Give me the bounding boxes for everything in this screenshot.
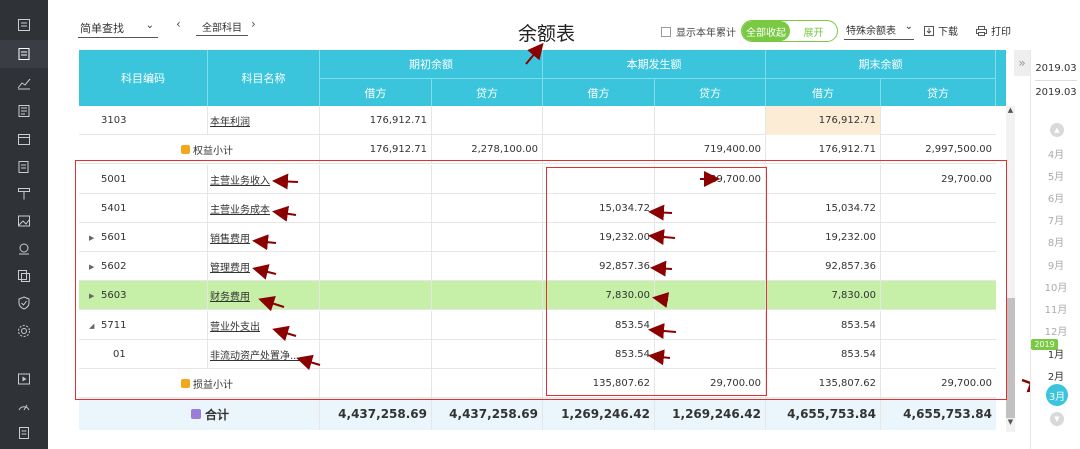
header-closing-credit: 贷方 (881, 78, 996, 106)
scroll-up-month-icon[interactable]: ▲ (1050, 123, 1064, 137)
calendar-icon[interactable] (15, 130, 33, 148)
month-item[interactable]: 7月 (1031, 212, 1080, 227)
subject-filter-label: 全部科目 (202, 23, 242, 34)
period-panel: 2019.03 2019.03 ▲ 4月 5月 6月 7月 8月 9月 10月 … (1030, 50, 1080, 449)
print-label: 打印 (991, 27, 1011, 38)
month-item[interactable]: 10月 (1031, 279, 1080, 294)
speed-icon[interactable] (15, 397, 33, 415)
checkbox-icon[interactable] (661, 26, 671, 37)
cell-period-credit (655, 106, 766, 135)
month-item[interactable]: 5月 (1031, 168, 1080, 183)
cell-closing-credit (881, 106, 996, 135)
panel-collapse-icon[interactable]: » (1014, 50, 1030, 76)
header-opening: 期初余额 (320, 50, 543, 78)
month-item[interactable]: 6月 (1031, 190, 1080, 205)
scrollbar-thumb[interactable] (1006, 298, 1015, 418)
special-balance-label: 特殊余额表 (846, 26, 896, 37)
scroll-down-month-icon[interactable]: ▼ (1050, 412, 1064, 426)
show-cumulative-checkbox[interactable]: 显示本年累计 (661, 24, 736, 39)
cell-total-opening-debit: 4,437,258.69 (320, 398, 432, 430)
period-divider (1035, 80, 1077, 81)
header-opening-debit: 借方 (320, 78, 432, 106)
download-label: 下载 (938, 27, 958, 38)
month-item[interactable]: 11月 (1031, 301, 1080, 316)
total-text: 合计 (205, 407, 230, 422)
search-mode-select[interactable]: 简单查找 ⌄ (78, 18, 158, 38)
header-period-debit: 借方 (543, 78, 655, 106)
month-item[interactable]: 1月 (1031, 346, 1080, 361)
toolbar: 简单查找 ⌄ ‹ 全部科目 › 余额表 显示本年累计 全部收起 展开 特殊余额表… (48, 0, 1080, 52)
header-closing: 期末余额 (766, 50, 996, 78)
header-period-credit: 贷方 (655, 78, 766, 106)
cell-opening-debit: 176,912.71 (320, 106, 432, 135)
header-closing-debit: 借方 (766, 78, 881, 106)
search-mode-label: 简单查找 (80, 21, 124, 35)
cell-total-opening-credit: 4,437,258.69 (432, 398, 543, 430)
month-item[interactable]: 2月 (1031, 368, 1080, 383)
download-icon (924, 25, 934, 36)
month-item-selected[interactable]: 3月 (1046, 384, 1068, 406)
settings-icon[interactable] (15, 322, 33, 340)
annotation-highlight-box (75, 160, 1007, 400)
printer-icon (976, 25, 987, 36)
cell-opening-credit (432, 106, 543, 135)
chevron-down-icon: ⌄ (145, 20, 154, 31)
month-item[interactable]: 9月 (1031, 257, 1080, 272)
subtotal-icon (181, 145, 190, 154)
shield-icon[interactable] (15, 294, 33, 312)
chevron-down-icon: ⌄ (904, 21, 913, 32)
cell-total-period-debit: 1,269,246.42 (543, 398, 655, 430)
cell-total-closing-debit: 4,655,753.84 (766, 398, 881, 430)
header-scroll-gutter (996, 50, 1006, 106)
collapse-all-button[interactable]: 全部收起 (742, 21, 790, 41)
chevron-left-icon[interactable]: ‹ (176, 17, 181, 31)
cell-closing-debit: 176,912.71 (766, 106, 881, 135)
ledger-icon[interactable] (15, 45, 33, 63)
sidebar (0, 0, 48, 449)
subtotal-text: 权益小计 (193, 146, 233, 157)
subject-filter-select[interactable]: 全部科目 (196, 18, 248, 36)
cell-total-period-credit: 1,269,246.42 (655, 398, 766, 430)
expand-button[interactable]: 展开 (790, 21, 837, 41)
download-button[interactable]: 下载 (924, 23, 958, 38)
chart-icon[interactable] (15, 74, 33, 92)
table-row-total: 合计 4,437,258.69 4,437,258.69 1,269,246.4… (79, 398, 996, 430)
home-icon[interactable] (15, 16, 33, 34)
header-opening-credit: 贷方 (432, 78, 543, 106)
annotation-period-box (546, 167, 767, 396)
subject-link[interactable]: 本年利润 (210, 113, 250, 128)
table-row[interactable]: 3103 本年利润 176,912.71 176,912.71 (79, 106, 996, 135)
image-icon[interactable] (15, 212, 33, 230)
header-code: 科目编码 (79, 50, 208, 106)
month-item[interactable]: 12月 (1031, 323, 1080, 338)
money-icon[interactable] (15, 240, 33, 258)
header-name: 科目名称 (208, 50, 320, 106)
period-end[interactable]: 2019.03 (1031, 87, 1080, 98)
page-title: 余额表 (518, 23, 576, 45)
report-icon[interactable] (15, 102, 33, 120)
table-header: 科目编码 科目名称 期初余额 本期发生额 期末余额 借方 贷方 借方 贷方 借方… (79, 50, 1006, 106)
cell-period-debit (543, 106, 655, 135)
chevron-right-icon[interactable]: › (251, 17, 256, 31)
collapse-expand-toggle[interactable]: 全部收起 展开 (741, 20, 838, 42)
cell-code: 3103 (79, 106, 208, 135)
total-icon (191, 409, 201, 419)
cell-total-label: 合计 (79, 398, 320, 430)
cell-name: 本年利润 (208, 106, 320, 135)
print-button[interactable]: 打印 (976, 23, 1011, 38)
copy-icon[interactable] (15, 267, 33, 285)
scroll-down-icon[interactable]: ▼ (1006, 418, 1015, 426)
cell-total-closing-credit: 4,655,753.84 (903, 407, 992, 421)
media-icon[interactable] (15, 370, 33, 388)
show-cumulative-label: 显示本年累计 (676, 28, 736, 39)
tax-icon[interactable] (15, 185, 33, 203)
special-balance-select[interactable]: 特殊余额表 ⌄ (844, 20, 914, 40)
period-start[interactable]: 2019.03 (1031, 63, 1080, 74)
month-item[interactable]: 8月 (1031, 234, 1080, 249)
month-item[interactable]: 4月 (1031, 146, 1080, 161)
invoice-icon[interactable] (15, 158, 33, 176)
document-icon[interactable] (15, 424, 33, 442)
scroll-up-icon[interactable]: ▲ (1006, 106, 1015, 114)
header-period: 本期发生额 (543, 50, 766, 78)
